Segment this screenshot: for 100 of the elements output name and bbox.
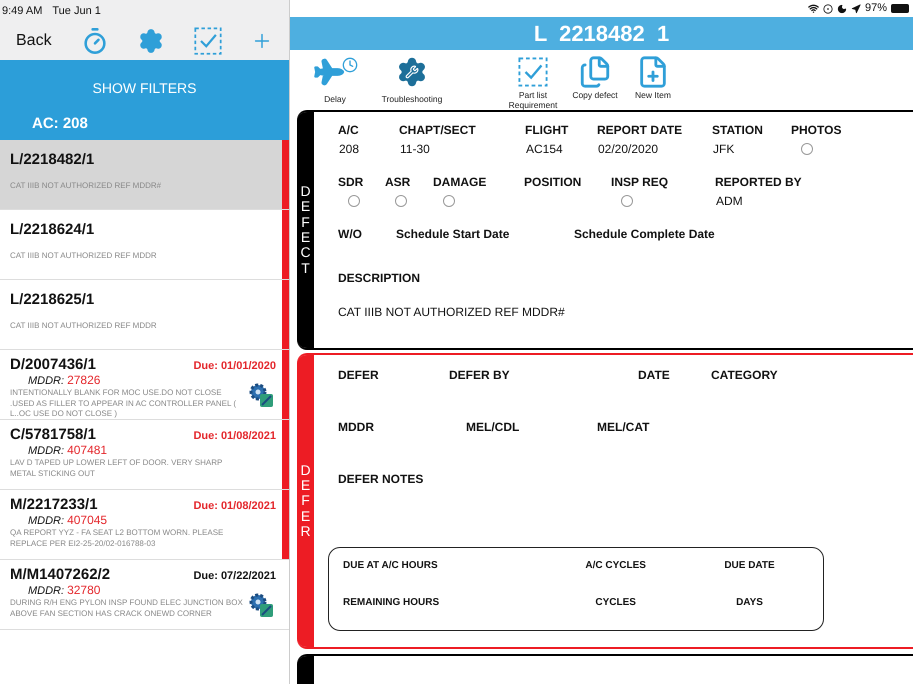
documents-icon [578,55,612,89]
toolbar-button[interactable]: Copy defect [564,54,626,100]
field-label: MDDR [338,419,375,435]
toolbar-label: Troubleshooting [382,94,442,104]
defect-list-item[interactable]: L/2218482/1 CAT IIIB NOT AUTHORIZED REF MDDR# [0,140,289,210]
defect-number: L/2218624/1 [10,220,96,240]
field-label: ASR [385,174,412,190]
toolbar-button[interactable]: New Item [628,54,678,100]
mddr-label: MDDR: [28,585,64,598]
field-label: STATION [712,122,764,138]
field-label: CHAPT/SECT [399,122,477,138]
toolbar-button[interactable]: Part list Requirement [502,54,564,110]
field-value: 02/20/2020 [597,141,660,157]
wifi-icon [808,3,819,14]
field-label: PHOTOS [791,122,842,138]
field-label: DATE [638,367,671,383]
mddr-number: 32780 [67,584,100,597]
plane-clock-icon [312,57,358,87]
battery-percent: 97% [864,1,887,16]
aircraft-label: AC: 208 [31,114,89,134]
due-label: CYCLES [594,596,637,610]
toolbar-label: Copy defect [572,90,618,100]
defect-number: C/5781758/1 [10,426,96,444]
field-label: W/O [338,226,363,242]
defect-number: L/2218482/1 [10,150,96,170]
field-label: DEFER NOTES [338,471,424,487]
toolbar-button[interactable]: Troubleshooting [366,54,458,104]
gear-wrench-icon [396,56,428,88]
due-date: Due: 01/08/2021 [193,429,276,443]
mddr-label: MDDR: [28,515,64,528]
field-label: INSP REQ [611,174,670,190]
radio-button[interactable] [348,195,360,207]
mddr-number: 407045 [67,514,108,527]
defect-description: CAT IIIB NOT AUTHORIZED REF MDDR# [10,180,162,191]
defect-list-item[interactable]: M/2217233/1 Due: 01/08/2021 MDDR: 407045 QA REPORT YYZ - FA SEAT L2 BOTTOM WORN. PLEASE REPLACE PER EI2-25-20/02-016788-03 [0,490,289,560]
radio-button[interactable] [395,195,407,207]
defect-list-item[interactable]: L/2218624/1 CAT IIIB NOT AUTHORIZED REF MDDR [0,210,289,280]
toolbar-button[interactable]: Delay [310,54,360,104]
due-label: DUE AT A/C HOURS [343,559,439,573]
due-label: DAYS [735,596,764,610]
defect-number: M/M1407262/2 [10,566,110,584]
field-label: DEFER [338,367,380,383]
due-date: Due: 01/01/2020 [193,359,276,373]
radio-button[interactable] [801,143,813,155]
section-title: DEFECT [299,184,312,276]
mddr-label: MDDR: [28,375,64,388]
defect-number: M/2217233/1 [10,496,98,514]
field-label: Schedule Complete Date [574,226,716,242]
field-label: MEL/CAT [597,419,650,435]
back-button[interactable]: Back [16,29,52,53]
mddr-number: 407481 [67,444,108,457]
due-date: Due: 01/08/2021 [193,499,276,513]
field-value: JFK [712,141,736,157]
moon-icon [836,4,847,14]
defect-description: CAT IIIB NOT AUTHORIZED REF MDDR [10,320,158,331]
field-label: DAMAGE [433,174,488,190]
mddr-label: MDDR: [28,445,64,458]
battery-icon [891,4,909,13]
defect-description: CAT IIIB NOT AUTHORIZED REF MDDR [10,250,158,261]
toolbar-label: New Item [635,90,671,100]
field-label: MEL/CDL [466,419,520,435]
defect-description: DURING R/H ENG PYLON INSP FOUND ELEC JUNCTION BOX ABOVE FAN SECTION HAS CRACK ONEWD CORNER [10,598,244,620]
status-time: 9:49 AM [2,4,42,19]
field-label: POSITION [524,174,582,190]
field-label: REPORT DATE [597,122,684,138]
location-icon [850,4,861,14]
due-label: DUE DATE [723,559,776,573]
radio-button[interactable] [443,195,455,207]
field-value: 208 [338,141,360,157]
due-date: Due: 07/22/2021 [193,569,276,583]
defect-list-item[interactable]: C/5781758/1 Due: 01/08/2021 MDDR: 407481 LAV D TAPED UP LOWER LEFT OF DOOR. VERY SHARP METAL STICKING OUT [0,420,289,490]
defect-title: L 2218482 1 [534,20,670,48]
field-label: REPORTED BY [715,174,803,190]
defect-number: D/2007436/1 [10,356,96,374]
field-label: Schedule Start Date [396,226,510,242]
mddr-number: 27826 [67,374,100,387]
field-label: FLIGHT [525,122,570,138]
checkbox-icon [194,27,222,55]
defect-list-item[interactable]: D/2007436/1 Due: 01/01/2020 MDDR: 27826 INTENTIONALLY BLANK FOR MOC USE.DO NOT CLOSE .USED AS FILLER TO APPEAR IN AC CONTROLLER PANEL ( L..OC USE DO NOT CLOSE ) [0,350,289,420]
checkbox-icon [518,57,548,87]
defect-list-item[interactable]: L/2218625/1 CAT IIIB NOT AUTHORIZED REF MDDR [0,280,289,350]
field-value: CAT IIIB NOT AUTHORIZED REF MDDR# [338,304,566,320]
radio-button[interactable] [621,195,633,207]
field-label: A/C [338,122,360,138]
field-label: DESCRIPTION [338,270,422,286]
field-label: SDR [338,174,364,190]
due-label: REMAINING HOURS [343,596,440,610]
section-title: DEFER [299,462,312,540]
defect-description: LAV D TAPED UP LOWER LEFT OF DOOR. VERY SHARP METAL STICKING OUT [10,458,224,480]
due-label: A/C CYCLES [584,559,647,573]
field-label: DEFER BY [449,367,511,383]
field-value: ADM [715,193,744,209]
toolbar-label: Part list Requirement [508,90,558,110]
toolbar-label: Delay [324,94,346,104]
defect-description: INTENTIONALLY BLANK FOR MOC USE.DO NOT CLOSE .USED AS FILLER TO APPEAR IN AC CONTROLLER PANEL ( L..OC USE DO NOT CLOSE ) [10,388,237,419]
defect-description: QA REPORT YYZ - FA SEAT L2 BOTTOM WORN. PLEASE REPLACE PER EI2-25-20/02-016788-03 [10,528,224,550]
field-value: AC154 [525,141,564,157]
defect-number: L/2218625/1 [10,290,96,310]
field-value: 11-30 [399,141,431,157]
status-date: Tue Jun 1 [52,4,101,19]
